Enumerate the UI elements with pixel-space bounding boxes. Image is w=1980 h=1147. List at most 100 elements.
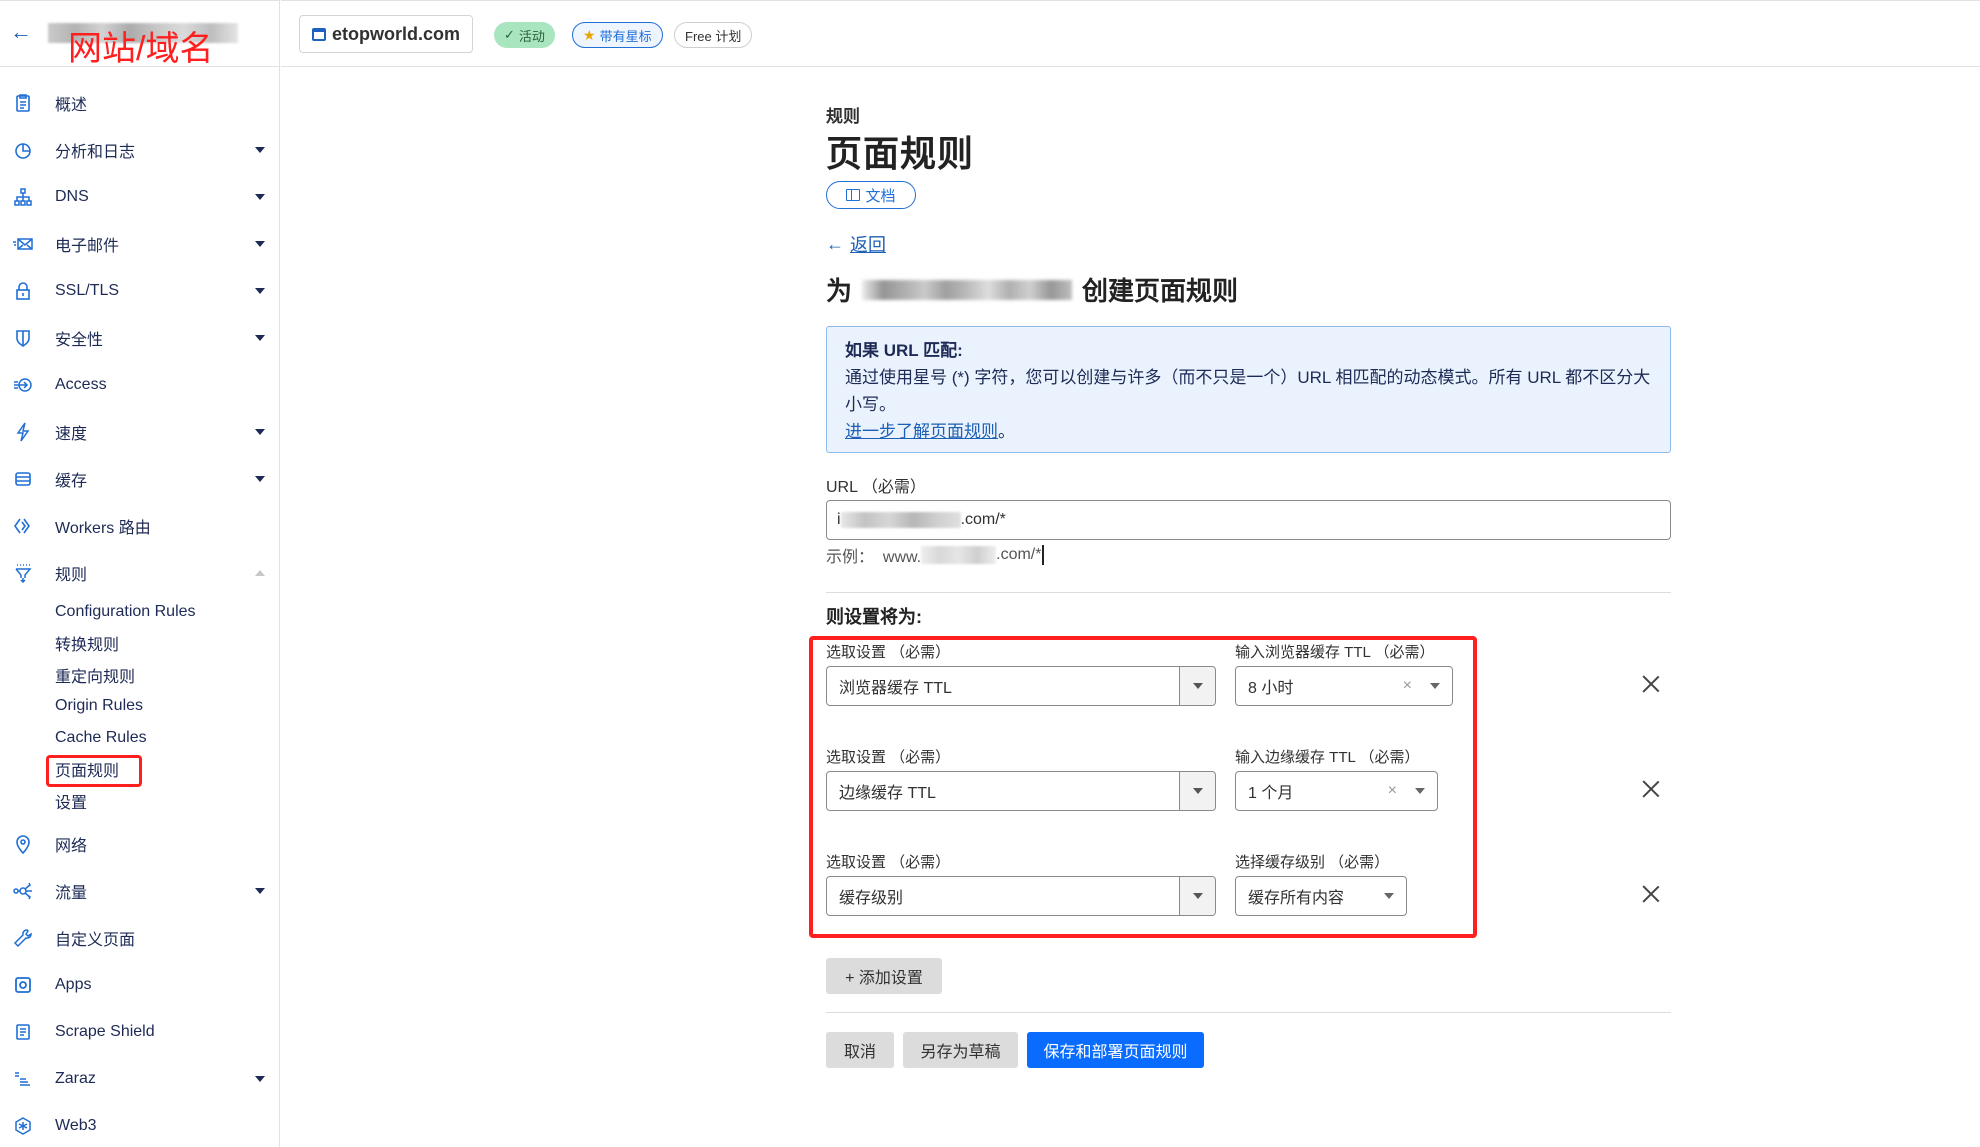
chevron-down-icon[interactable] xyxy=(255,888,265,894)
url-input[interactable]: i .com/* xyxy=(826,500,1671,540)
sidebar-item-9[interactable]: Workers 路由 xyxy=(0,502,279,549)
zaraz-icon xyxy=(12,1068,34,1090)
setting-select[interactable]: 浏览器缓存 TTL xyxy=(826,666,1216,706)
status-badge-label: 活动 xyxy=(518,28,545,44)
sidebar-item-10[interactable]: 规则 xyxy=(0,549,279,596)
submenu-item-5[interactable]: 页面规则 xyxy=(0,754,279,787)
web3-icon xyxy=(12,1115,34,1137)
redacted-example xyxy=(921,546,997,564)
example-prefix: 示例： www. xyxy=(826,549,922,566)
sidebar-item-label: 缓存 xyxy=(55,472,88,490)
chevron-down-icon[interactable] xyxy=(255,193,265,200)
url-suffix: .com/* xyxy=(960,511,1006,528)
sidebar-item-3[interactable]: Apps xyxy=(0,962,279,1009)
sidebar-item-5[interactable]: 安全性 xyxy=(0,314,279,361)
caret-down-icon xyxy=(1430,683,1440,689)
chevron-down-icon[interactable] xyxy=(255,334,265,341)
sidebar-item-6[interactable]: Access xyxy=(0,361,279,408)
sidebar-item-1[interactable]: 分析和日志 xyxy=(0,126,279,173)
sidebar-item-2[interactable]: 自定义页面 xyxy=(0,915,279,962)
link-suffix: 。 xyxy=(998,422,1015,441)
chevron-up-icon[interactable] xyxy=(255,569,265,576)
star-badge[interactable]: ★ 带有星标 xyxy=(572,22,663,48)
value-select-value: 8 小时 xyxy=(1248,680,1294,697)
cancel-button[interactable]: 取消 xyxy=(826,1032,894,1068)
sidebar-item-label: Apps xyxy=(55,976,92,993)
star-badge-label: 带有星标 xyxy=(599,28,652,44)
sidebar-item-0[interactable]: 概述 xyxy=(0,79,279,126)
submenu-item-0[interactable]: Configuration Rules xyxy=(0,596,279,628)
dropdown-button[interactable] xyxy=(1179,877,1215,915)
clipboard-icon xyxy=(12,92,34,114)
sidebar-item-label: Access xyxy=(55,375,107,393)
sidebar-item-8[interactable]: 缓存 xyxy=(0,455,279,502)
sidebar-item-1[interactable]: 流量 xyxy=(0,868,279,915)
chevron-down-icon[interactable] xyxy=(255,146,265,153)
remove-setting-icon[interactable] xyxy=(1640,673,1662,695)
sidebar-item-5[interactable]: Zaraz xyxy=(0,1056,279,1103)
caret-down-icon xyxy=(1415,788,1425,794)
setting-row: 选取设置 （必需） 输入浏览器缓存 TTL （必需） 浏览器缓存 TTL 8 小时 × xyxy=(826,641,1671,721)
chevron-down-icon[interactable] xyxy=(255,287,265,294)
learn-more-link[interactable]: 进一步了解页面规则 xyxy=(845,422,998,441)
setting-select-value: 浏览器缓存 TTL xyxy=(839,680,952,697)
dropdown-button[interactable] xyxy=(1179,772,1215,810)
save-deploy-button[interactable]: 保存和部署页面规则 xyxy=(1027,1032,1204,1068)
rules-submenu: Configuration Rules 转换规则 重定向规则 Origin Rules… xyxy=(0,596,279,817)
value-select[interactable]: 8 小时 × xyxy=(1235,666,1453,706)
submenu-item-label: Cache Rules xyxy=(55,728,147,746)
sidebar-item-label: 分析和日志 xyxy=(55,143,136,161)
section-eyebrow: 规则 xyxy=(826,107,860,126)
shield-icon xyxy=(12,327,34,349)
caret-down-icon xyxy=(1192,683,1203,689)
remove-setting-icon[interactable] xyxy=(1640,778,1662,800)
redacted-url xyxy=(840,512,961,528)
remove-setting-icon[interactable] xyxy=(1640,883,1662,905)
back-arrow-icon[interactable]: ← xyxy=(10,21,34,45)
value-select[interactable]: 缓存所有内容 xyxy=(1235,876,1407,916)
arrow-left-icon: ← xyxy=(826,233,844,254)
submenu-item-1[interactable]: 转换规则 xyxy=(0,628,279,660)
sidebar-item-label: Zaraz xyxy=(55,1070,96,1087)
sidebar-item-label: 速度 xyxy=(55,425,88,443)
clear-icon[interactable]: × xyxy=(1403,677,1412,695)
sidebar-item-3[interactable]: 电子邮件 xyxy=(0,220,279,267)
submenu-item-2[interactable]: 重定向规则 xyxy=(0,659,279,691)
sidebar-item-4[interactable]: SSL/TLS xyxy=(0,267,279,314)
dropdown-button[interactable] xyxy=(1179,667,1215,705)
sidebar-item-6[interactable]: Web3 xyxy=(0,1103,279,1147)
zone-selector[interactable]: etopworld.com xyxy=(299,15,474,53)
docs-button[interactable]: 文档 xyxy=(826,181,916,209)
save-draft-button[interactable]: 另存为草稿 xyxy=(903,1032,1018,1068)
clear-icon[interactable]: × xyxy=(1388,782,1397,800)
window-icon xyxy=(312,27,326,41)
sidebar-item-0[interactable]: 网络 xyxy=(0,821,279,868)
submenu-item-3[interactable]: Origin Rules xyxy=(0,691,279,723)
back-link-label: 返回 xyxy=(850,235,886,255)
sidebar-item-7[interactable]: 速度 xyxy=(0,408,279,455)
sitemap-icon xyxy=(12,186,34,208)
sidebar-item-label: 规则 xyxy=(55,566,88,584)
plan-badge-label: Free 计划 xyxy=(685,28,742,44)
back-link[interactable]: ← 返回 xyxy=(826,231,886,257)
lock-icon xyxy=(12,280,34,302)
page-title: 页面规则 xyxy=(826,133,975,174)
chevron-down-icon[interactable] xyxy=(255,475,265,482)
chevron-down-icon[interactable] xyxy=(255,428,265,435)
add-setting-button[interactable]: + 添加设置 xyxy=(826,958,942,994)
sidebar-item-4[interactable]: Scrape Shield xyxy=(0,1009,279,1056)
submenu-item-4[interactable]: Cache Rules xyxy=(0,722,279,754)
sidebar-item-2[interactable]: DNS xyxy=(0,173,279,220)
submenu-item-6[interactable]: 设置 xyxy=(0,785,279,817)
info-body: 通过使用星号 (*) 字符，您可以创建与许多（而不只是一个）URL 相匹配的动态… xyxy=(845,368,1651,414)
setting-select[interactable]: 边缘缓存 TTL xyxy=(826,771,1216,811)
create-rule-heading: 为 创建页面规则 xyxy=(826,271,1238,308)
chevron-down-icon[interactable] xyxy=(255,1076,265,1082)
value-select[interactable]: 1 个月 × xyxy=(1235,771,1438,811)
setting-select[interactable]: 缓存级别 xyxy=(826,876,1216,916)
chevron-down-icon[interactable] xyxy=(255,240,265,247)
settings-heading: 则设置将为: xyxy=(826,607,922,627)
star-icon: ★ xyxy=(583,26,596,43)
plan-badge: Free 计划 xyxy=(674,22,753,48)
info-heading: 如果 URL 匹配: xyxy=(845,341,963,360)
